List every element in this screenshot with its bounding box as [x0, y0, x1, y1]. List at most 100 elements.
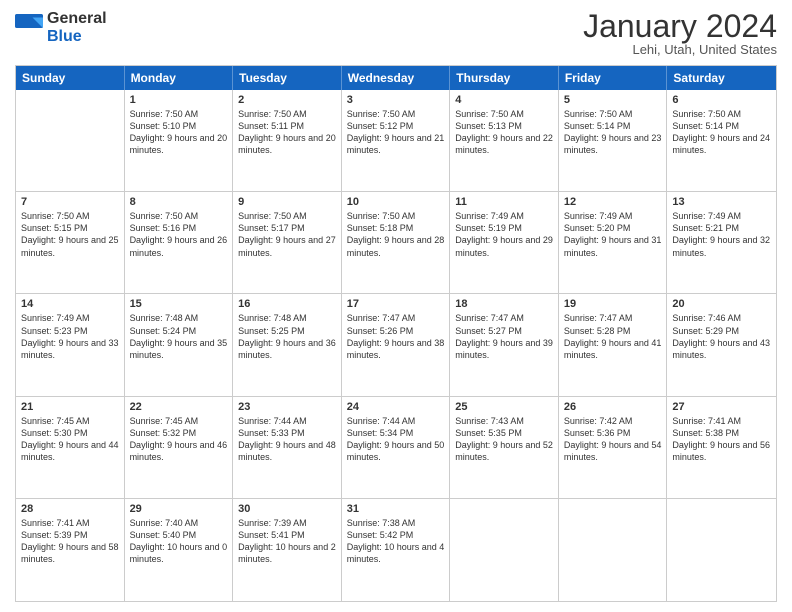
day-number: 10 — [347, 196, 445, 208]
cell-info: Sunrise: 7:44 AMSunset: 5:34 PMDaylight:… — [347, 416, 445, 462]
cell-info: Sunrise: 7:49 AMSunset: 5:23 PMDaylight:… — [21, 313, 119, 359]
page: General Blue January 2024 Lehi, Utah, Un… — [0, 0, 792, 612]
cell-w3-d2: 15 Sunrise: 7:48 AMSunset: 5:24 PMDaylig… — [125, 294, 234, 395]
day-number: 12 — [564, 196, 662, 208]
cell-w2-d7: 13 Sunrise: 7:49 AMSunset: 5:21 PMDaylig… — [667, 192, 776, 293]
cell-info: Sunrise: 7:45 AMSunset: 5:32 PMDaylight:… — [130, 416, 228, 462]
day-number: 9 — [238, 196, 336, 208]
day-number: 31 — [347, 503, 445, 515]
cell-info: Sunrise: 7:48 AMSunset: 5:24 PMDaylight:… — [130, 313, 228, 359]
cell-info: Sunrise: 7:50 AMSunset: 5:17 PMDaylight:… — [238, 211, 336, 257]
cell-w5-d4: 31 Sunrise: 7:38 AMSunset: 5:42 PMDaylig… — [342, 499, 451, 601]
day-number: 29 — [130, 503, 228, 515]
day-number: 25 — [455, 401, 553, 413]
logo-text: General Blue — [47, 10, 107, 45]
title-block: January 2024 Lehi, Utah, United States — [583, 10, 777, 57]
cell-info: Sunrise: 7:42 AMSunset: 5:36 PMDaylight:… — [564, 416, 662, 462]
cell-info: Sunrise: 7:38 AMSunset: 5:42 PMDaylight:… — [347, 518, 445, 564]
cell-w2-d2: 8 Sunrise: 7:50 AMSunset: 5:16 PMDayligh… — [125, 192, 234, 293]
day-number: 18 — [455, 298, 553, 310]
cell-w5-d1: 28 Sunrise: 7:41 AMSunset: 5:39 PMDaylig… — [16, 499, 125, 601]
day-number: 20 — [672, 298, 771, 310]
day-number: 16 — [238, 298, 336, 310]
day-number: 1 — [130, 94, 228, 106]
logo-blue: Blue — [47, 28, 107, 46]
cell-info: Sunrise: 7:40 AMSunset: 5:40 PMDaylight:… — [130, 518, 228, 564]
day-number: 26 — [564, 401, 662, 413]
day-number: 2 — [238, 94, 336, 106]
cell-w5-d6 — [559, 499, 668, 601]
cell-w3-d7: 20 Sunrise: 7:46 AMSunset: 5:29 PMDaylig… — [667, 294, 776, 395]
cell-w3-d5: 18 Sunrise: 7:47 AMSunset: 5:27 PMDaylig… — [450, 294, 559, 395]
cell-w5-d2: 29 Sunrise: 7:40 AMSunset: 5:40 PMDaylig… — [125, 499, 234, 601]
cell-info: Sunrise: 7:41 AMSunset: 5:39 PMDaylight:… — [21, 518, 119, 564]
cell-info: Sunrise: 7:50 AMSunset: 5:14 PMDaylight:… — [672, 109, 770, 155]
day-number: 6 — [672, 94, 771, 106]
cell-w1-d7: 6 Sunrise: 7:50 AMSunset: 5:14 PMDayligh… — [667, 90, 776, 191]
cell-info: Sunrise: 7:50 AMSunset: 5:11 PMDaylight:… — [238, 109, 336, 155]
cell-info: Sunrise: 7:47 AMSunset: 5:27 PMDaylight:… — [455, 313, 553, 359]
cell-w4-d1: 21 Sunrise: 7:45 AMSunset: 5:30 PMDaylig… — [16, 397, 125, 498]
cell-w4-d2: 22 Sunrise: 7:45 AMSunset: 5:32 PMDaylig… — [125, 397, 234, 498]
header-tuesday: Tuesday — [233, 66, 342, 90]
cell-info: Sunrise: 7:49 AMSunset: 5:19 PMDaylight:… — [455, 211, 553, 257]
cell-w2-d4: 10 Sunrise: 7:50 AMSunset: 5:18 PMDaylig… — [342, 192, 451, 293]
cell-info: Sunrise: 7:46 AMSunset: 5:29 PMDaylight:… — [672, 313, 770, 359]
day-number: 3 — [347, 94, 445, 106]
cell-info: Sunrise: 7:45 AMSunset: 5:30 PMDaylight:… — [21, 416, 119, 462]
header-saturday: Saturday — [667, 66, 776, 90]
day-number: 28 — [21, 503, 119, 515]
day-number: 23 — [238, 401, 336, 413]
day-number: 21 — [21, 401, 119, 413]
cell-info: Sunrise: 7:50 AMSunset: 5:15 PMDaylight:… — [21, 211, 119, 257]
day-number: 14 — [21, 298, 119, 310]
cell-w3-d6: 19 Sunrise: 7:47 AMSunset: 5:28 PMDaylig… — [559, 294, 668, 395]
day-number: 24 — [347, 401, 445, 413]
cell-info: Sunrise: 7:49 AMSunset: 5:21 PMDaylight:… — [672, 211, 770, 257]
calendar-body: 1 Sunrise: 7:50 AMSunset: 5:10 PMDayligh… — [16, 90, 776, 601]
cell-w1-d4: 3 Sunrise: 7:50 AMSunset: 5:12 PMDayligh… — [342, 90, 451, 191]
cell-info: Sunrise: 7:50 AMSunset: 5:18 PMDaylight:… — [347, 211, 445, 257]
cell-info: Sunrise: 7:39 AMSunset: 5:41 PMDaylight:… — [238, 518, 336, 564]
cell-info: Sunrise: 7:41 AMSunset: 5:38 PMDaylight:… — [672, 416, 770, 462]
cell-w2-d6: 12 Sunrise: 7:49 AMSunset: 5:20 PMDaylig… — [559, 192, 668, 293]
cell-info: Sunrise: 7:48 AMSunset: 5:25 PMDaylight:… — [238, 313, 336, 359]
week-row-2: 7 Sunrise: 7:50 AMSunset: 5:15 PMDayligh… — [16, 192, 776, 294]
week-row-4: 21 Sunrise: 7:45 AMSunset: 5:30 PMDaylig… — [16, 397, 776, 499]
cell-w4-d7: 27 Sunrise: 7:41 AMSunset: 5:38 PMDaylig… — [667, 397, 776, 498]
day-number: 11 — [455, 196, 553, 208]
cell-w3-d1: 14 Sunrise: 7:49 AMSunset: 5:23 PMDaylig… — [16, 294, 125, 395]
day-number: 5 — [564, 94, 662, 106]
cell-info: Sunrise: 7:50 AMSunset: 5:12 PMDaylight:… — [347, 109, 445, 155]
cell-w3-d3: 16 Sunrise: 7:48 AMSunset: 5:25 PMDaylig… — [233, 294, 342, 395]
week-row-1: 1 Sunrise: 7:50 AMSunset: 5:10 PMDayligh… — [16, 90, 776, 192]
day-number: 27 — [672, 401, 771, 413]
cell-w1-d5: 4 Sunrise: 7:50 AMSunset: 5:13 PMDayligh… — [450, 90, 559, 191]
header-friday: Friday — [559, 66, 668, 90]
day-number: 30 — [238, 503, 336, 515]
cell-w4-d4: 24 Sunrise: 7:44 AMSunset: 5:34 PMDaylig… — [342, 397, 451, 498]
day-number: 8 — [130, 196, 228, 208]
logo-icon — [15, 14, 43, 42]
day-number: 4 — [455, 94, 553, 106]
month-title: January 2024 — [583, 10, 777, 42]
cell-w4-d5: 25 Sunrise: 7:43 AMSunset: 5:35 PMDaylig… — [450, 397, 559, 498]
header-monday: Monday — [125, 66, 234, 90]
cell-w1-d3: 2 Sunrise: 7:50 AMSunset: 5:11 PMDayligh… — [233, 90, 342, 191]
cell-info: Sunrise: 7:47 AMSunset: 5:28 PMDaylight:… — [564, 313, 662, 359]
cell-info: Sunrise: 7:43 AMSunset: 5:35 PMDaylight:… — [455, 416, 553, 462]
cell-info: Sunrise: 7:50 AMSunset: 5:16 PMDaylight:… — [130, 211, 228, 257]
cell-w4-d3: 23 Sunrise: 7:44 AMSunset: 5:33 PMDaylig… — [233, 397, 342, 498]
cell-info: Sunrise: 7:50 AMSunset: 5:10 PMDaylight:… — [130, 109, 228, 155]
day-number: 15 — [130, 298, 228, 310]
cell-w5-d7 — [667, 499, 776, 601]
location: Lehi, Utah, United States — [583, 42, 777, 57]
calendar-header: Sunday Monday Tuesday Wednesday Thursday… — [16, 66, 776, 90]
cell-w1-d6: 5 Sunrise: 7:50 AMSunset: 5:14 PMDayligh… — [559, 90, 668, 191]
cell-w2-d1: 7 Sunrise: 7:50 AMSunset: 5:15 PMDayligh… — [16, 192, 125, 293]
cell-info: Sunrise: 7:44 AMSunset: 5:33 PMDaylight:… — [238, 416, 336, 462]
header-wednesday: Wednesday — [342, 66, 451, 90]
cell-w5-d5 — [450, 499, 559, 601]
logo: General Blue — [15, 10, 107, 45]
day-number: 19 — [564, 298, 662, 310]
